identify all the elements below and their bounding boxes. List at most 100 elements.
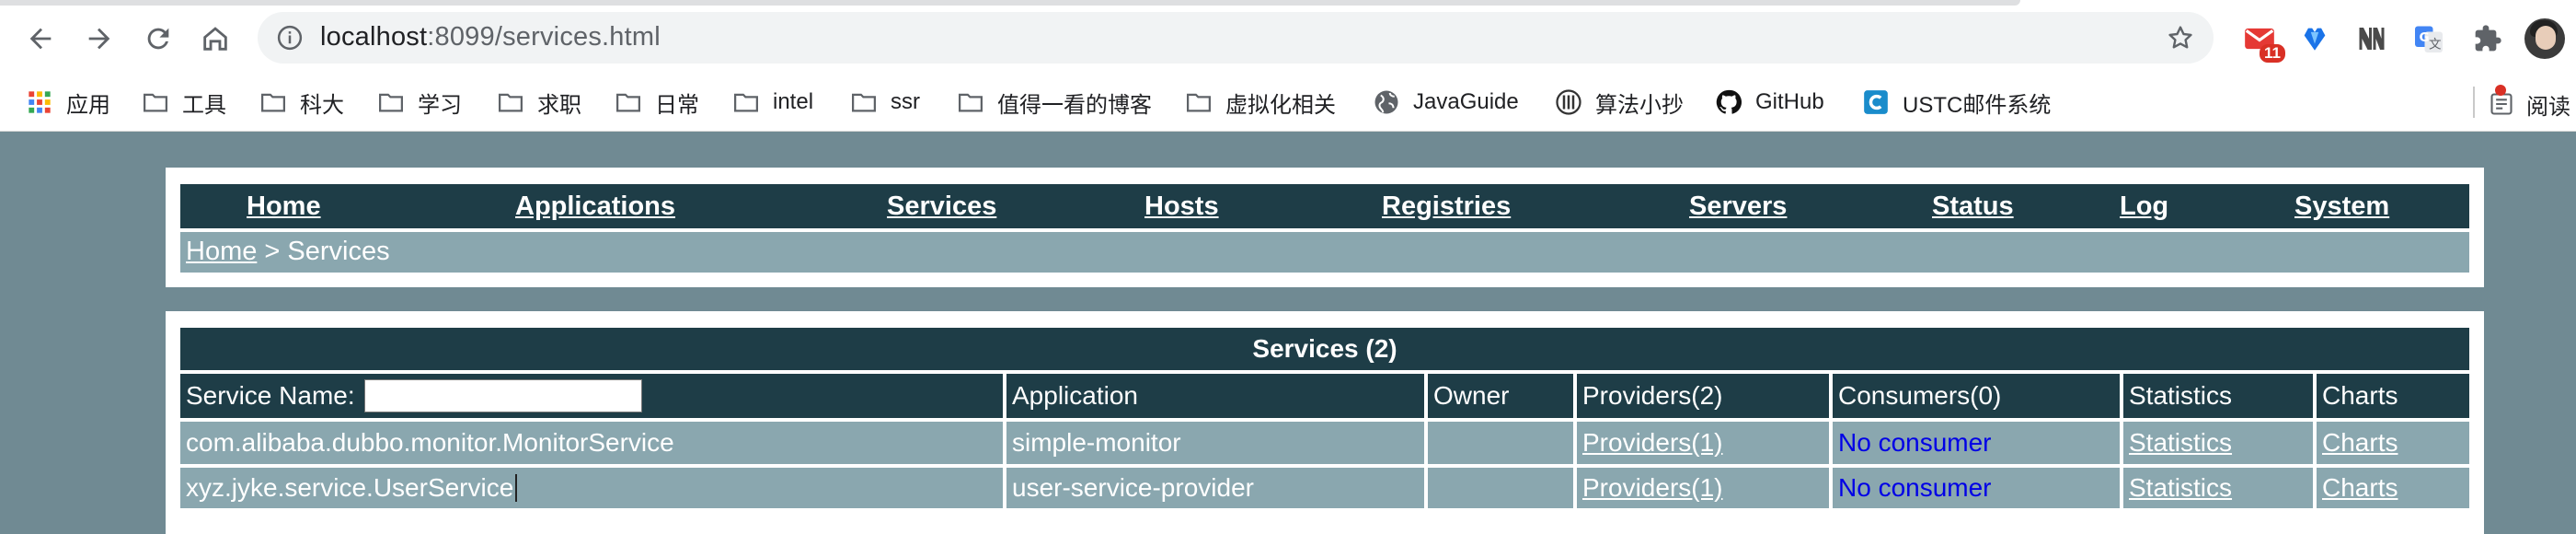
bookmark-folder-daily[interactable]: 日常	[615, 85, 699, 120]
menu-applications[interactable]: Applications	[515, 192, 675, 222]
forward-button[interactable]	[77, 17, 121, 61]
services-table-title: Services (2)	[180, 328, 2469, 370]
bookmark-label: USTC邮件系统	[1903, 92, 2052, 118]
menu-log[interactable]: Log	[2120, 192, 2168, 222]
bookmark-javaguide[interactable]: JavaGuide	[1373, 85, 1519, 120]
cell-application: user-service-provider	[1006, 468, 1424, 508]
menu-servers[interactable]: Servers	[1689, 192, 1787, 222]
back-button[interactable]	[18, 17, 63, 61]
nn-extension-button[interactable]	[2350, 17, 2394, 61]
bookmark-label: 应用	[66, 92, 110, 118]
github-icon	[1715, 88, 1742, 116]
url-path: :8099/services.html	[427, 22, 661, 52]
mail-c-icon	[1862, 88, 1890, 116]
bookmark-label: JavaGuide	[1413, 89, 1519, 114]
bookmark-algorithm-notes[interactable]: 算法小抄	[1555, 85, 1684, 120]
bookmark-apps[interactable]: 应用	[26, 85, 110, 120]
menu-registries[interactable]: Registries	[1382, 192, 1511, 222]
header-application: Application	[1006, 374, 1424, 418]
bookmark-folder-study[interactable]: 学习	[377, 85, 462, 120]
menu-hosts[interactable]: Hosts	[1144, 192, 1219, 222]
bookmark-label: 求职	[537, 92, 581, 118]
folder-icon	[732, 88, 760, 116]
url-host: localhost	[320, 22, 428, 52]
header-statistics: Statistics	[2123, 374, 2313, 418]
gmail-extension-button[interactable]: 11	[2237, 17, 2285, 63]
bookmark-label: 算法小抄	[1595, 92, 1684, 118]
bookmark-folder-jobs[interactable]: 求职	[497, 85, 581, 120]
bookmark-github[interactable]: GitHub	[1715, 85, 1824, 120]
service-name-filter-input[interactable]	[363, 379, 642, 412]
breadcrumb: Home > Services	[180, 232, 2469, 273]
tab-strip	[0, 0, 2020, 6]
folder-icon	[497, 88, 524, 116]
cell-consumers: No consumer	[1833, 468, 2120, 508]
bookmark-label: 值得一看的博客	[997, 92, 1152, 118]
bookmark-folder-blogs[interactable]: 值得一看的博客	[957, 85, 1152, 120]
browser-toolbar: localhost:8099/services.html 11 G文	[0, 0, 2576, 74]
table-header-row: Service Name: Application Owner Provider…	[180, 374, 2469, 418]
avatar-face	[2536, 26, 2556, 50]
providers-link[interactable]: Providers(1)	[1582, 428, 1722, 458]
bookmark-label: 学习	[418, 92, 462, 118]
cell-providers: Providers(1)	[1577, 422, 1829, 464]
navigation-panel: Home Applications Services Hosts Registr…	[166, 168, 2484, 287]
apps-grid-icon	[26, 88, 53, 116]
cell-service-text: xyz.jyke.service.UserService	[186, 473, 514, 502]
gmail-unread-badge: 11	[2260, 44, 2285, 63]
folder-icon	[142, 88, 169, 116]
bookmark-label: 日常	[655, 92, 699, 118]
reading-list-badge	[2495, 85, 2506, 96]
reload-icon	[147, 28, 169, 50]
menu-system[interactable]: System	[2294, 192, 2389, 222]
bookmark-label: 科大	[300, 92, 344, 118]
statistics-link[interactable]: Statistics	[2129, 473, 2232, 503]
header-owner: Owner	[1428, 374, 1573, 418]
url-text[interactable]: localhost:8099/services.html	[320, 22, 661, 52]
bookmark-label: GitHub	[1755, 89, 1824, 114]
folder-icon	[1185, 88, 1213, 116]
bookmark-folder-intel[interactable]: intel	[732, 85, 813, 120]
folder-icon	[259, 88, 287, 116]
bookmark-folder-ustc[interactable]: 科大	[259, 85, 344, 120]
bookmark-folder-tools[interactable]: 工具	[142, 85, 226, 120]
reload-button[interactable]	[136, 17, 180, 61]
menu-home[interactable]: Home	[247, 192, 321, 222]
address-bar[interactable]: localhost:8099/services.html	[258, 12, 2214, 64]
bookmark-label: ssr	[891, 89, 920, 114]
extensions-menu-button[interactable]	[2466, 17, 2510, 61]
bookmark-folder-ssr[interactable]: ssr	[850, 85, 920, 120]
breadcrumb-current: Services	[287, 237, 390, 266]
header-providers: Providers(2)	[1577, 374, 1829, 418]
service-name-label: Service Name:	[186, 381, 355, 410]
cell-statistics: Statistics	[2123, 468, 2313, 508]
bookmarks-bar: 应用 工具 科大 学习 求职 日常 intel ssr 值得一看的博客 虚拟化相…	[0, 74, 2576, 132]
cell-application: simple-monitor	[1006, 422, 1424, 464]
profile-avatar[interactable]	[2524, 18, 2565, 59]
home-button[interactable]	[193, 17, 237, 61]
menu-status[interactable]: Status	[1932, 192, 2014, 222]
info-icon[interactable]	[276, 24, 304, 52]
top-menu: Home Applications Services Hosts Registr…	[180, 184, 2469, 228]
globe-icon	[1373, 88, 1400, 116]
table-row: xyz.jyke.service.UserService user-servic…	[180, 468, 2469, 508]
menu-services[interactable]: Services	[887, 192, 996, 222]
text-cursor	[515, 474, 518, 502]
bookmark-star-icon[interactable]	[2166, 23, 2195, 52]
cell-providers: Providers(1)	[1577, 468, 1829, 508]
charts-link[interactable]: Charts	[2322, 428, 2398, 458]
breadcrumb-home-link[interactable]: Home	[186, 237, 257, 266]
services-panel: Services (2) Service Name: Application O…	[166, 311, 2484, 534]
cell-charts: Charts	[2317, 468, 2469, 508]
cell-owner	[1428, 468, 1573, 508]
charts-link[interactable]: Charts	[2322, 473, 2398, 503]
breadcrumb-separator: >	[257, 237, 288, 266]
bookmark-folder-virtualization[interactable]: 虚拟化相关	[1185, 85, 1336, 120]
providers-link[interactable]: Providers(1)	[1582, 473, 1722, 503]
home-icon	[203, 27, 227, 51]
header-charts: Charts	[2317, 374, 2469, 418]
statistics-link[interactable]: Statistics	[2129, 428, 2232, 458]
translate-extension-button[interactable]: G文	[2407, 17, 2451, 61]
bookmark-ustc-mail[interactable]: USTC邮件系统	[1862, 85, 2051, 120]
heart-extension-button[interactable]	[2293, 17, 2337, 61]
